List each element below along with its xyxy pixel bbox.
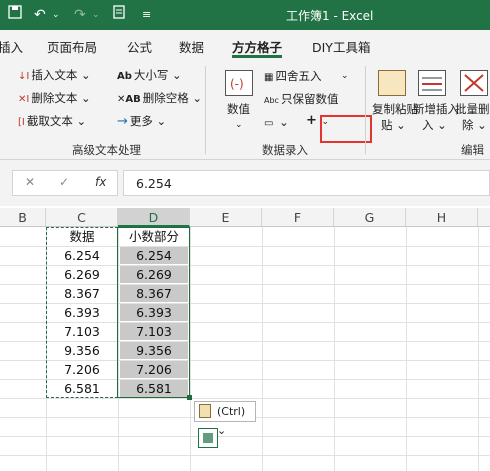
formula-value: 6.254 [136, 176, 172, 191]
copy-paste-dropdown[interactable]: 贴 ⌄ [381, 118, 406, 132]
window-title: 工作簿1 - Excel [286, 9, 374, 23]
paste-options-label: (Ctrl) [217, 405, 246, 418]
value-icon: (-) [225, 70, 253, 96]
round-dropdown-icon[interactable]: ⌄ [341, 69, 349, 83]
add-insert-button[interactable]: 新增插入 [413, 102, 459, 116]
column-header-b[interactable]: B [0, 208, 46, 227]
column-header-e[interactable]: E [190, 208, 262, 227]
tab-page-layout[interactable]: 页面布局 [47, 37, 97, 56]
tab-data[interactable]: 数据 [179, 37, 204, 56]
insert-function-icon[interactable]: fx [95, 175, 106, 189]
gridline [0, 436, 490, 437]
batch-delete-button[interactable]: 批量删除 [455, 102, 490, 116]
copy-paste-button[interactable]: 复制粘贴 [372, 102, 418, 116]
column-header-g[interactable]: G [334, 208, 406, 227]
text-group-label: 高级文本处理 [72, 143, 141, 157]
save-icon[interactable] [8, 5, 22, 25]
gridline [0, 398, 490, 399]
redo-dropdown-icon[interactable]: ⌄ [92, 5, 100, 25]
undo-dropdown-icon[interactable]: ⌄ [52, 5, 60, 25]
abc-icon: Abc [264, 96, 279, 105]
clipboard-icon [199, 404, 211, 418]
copy-marquee [46, 227, 118, 398]
delete-text-icon: ✕I [18, 94, 30, 105]
paste-options-button[interactable]: (Ctrl) ⌄ [194, 401, 256, 437]
cut-text-button[interactable]: [I 截取文本 ⌄ [18, 114, 86, 130]
group-divider [205, 66, 206, 154]
tab-insert[interactable]: 插入 [0, 37, 23, 56]
gridline [406, 227, 407, 471]
case-icon: Ab [117, 71, 132, 82]
column-header-d[interactable]: D [118, 208, 190, 227]
batch-delete-icon [460, 70, 488, 96]
group-divider [365, 66, 366, 154]
entry-tool-icon: ▭ [264, 118, 274, 129]
tab-formulas[interactable]: 公式 [127, 37, 152, 56]
title-bar: ↶ ⌄ ↷ ⌄ ≡ 工作簿1 - Excel [0, 0, 490, 30]
batch-delete-dropdown[interactable]: 除 ⌄ [462, 118, 487, 132]
quick-analysis-icon[interactable] [198, 428, 218, 448]
column-header-i[interactable] [478, 208, 490, 227]
gridline [334, 227, 335, 471]
entry-group-label: 数据录入 [262, 143, 308, 157]
redo-icon[interactable]: ↷ [74, 5, 86, 25]
more-arrow-icon: → [117, 114, 128, 129]
column-header-f[interactable]: F [262, 208, 334, 227]
tab-fangfang[interactable]: 方方格子 [232, 37, 282, 56]
keep-value-button[interactable]: Abc 只保留数值 [264, 92, 338, 108]
fill-handle[interactable] [187, 395, 192, 400]
ribbon: ↓I 插入文本 ⌄ ✕I 删除文本 ⌄ [I 截取文本 ⌄ Ab 大小写 ⌄ ✕AB 删除… [0, 58, 490, 160]
value-dropdown-icon[interactable]: ⌄ [235, 118, 243, 132]
customize-toolbar-icon[interactable]: ≡ [142, 5, 151, 25]
gridline [262, 227, 263, 471]
gridline [0, 455, 490, 456]
cancel-icon[interactable]: ✕ [25, 175, 35, 189]
insert-text-button[interactable]: ↓I 插入文本 ⌄ [18, 68, 91, 84]
svg-text:(-): (-) [230, 77, 244, 91]
add-insert-icon [418, 70, 446, 96]
formula-input[interactable]: 6.254 [123, 170, 490, 196]
cut-text-icon: [I [18, 117, 25, 128]
column-header-h[interactable]: H [406, 208, 478, 227]
ribbon-tabs: 插入 页面布局 公式 数据 方方格子 DIY工具箱 [0, 30, 490, 58]
undo-icon[interactable]: ↶ [34, 5, 46, 25]
formula-bar-controls: ✕ ✓ fx [12, 170, 118, 196]
delete-space-icon: ✕AB [117, 94, 141, 105]
value-button[interactable]: 数值 [227, 102, 250, 116]
add-insert-dropdown[interactable]: 入 ⌄ [422, 118, 447, 132]
more-button[interactable]: → 更多 ⌄ [117, 114, 166, 129]
copy-paste-icon [378, 70, 406, 96]
confirm-icon[interactable]: ✓ [59, 175, 69, 189]
delete-space-button[interactable]: ✕AB 删除空格 ⌄ [117, 91, 202, 107]
form-icon[interactable] [112, 5, 126, 25]
round-icon: ▦ [264, 72, 274, 83]
delete-text-button[interactable]: ✕I 删除文本 ⌄ [18, 91, 91, 107]
tab-diy-toolbox[interactable]: DIY工具箱 [312, 37, 370, 56]
insert-text-icon: ↓I [18, 71, 30, 82]
gridline [478, 227, 479, 471]
gridline [190, 227, 191, 471]
edit-group-label: 编辑 [461, 143, 484, 157]
entry-tool-button[interactable]: ▭ ⌄ [264, 115, 289, 131]
selection-border [117, 227, 190, 398]
case-button[interactable]: Ab 大小写 ⌄ [117, 68, 182, 84]
round-button[interactable]: ▦ 四舍五入 [264, 69, 321, 85]
column-header-c[interactable]: C [46, 208, 118, 227]
